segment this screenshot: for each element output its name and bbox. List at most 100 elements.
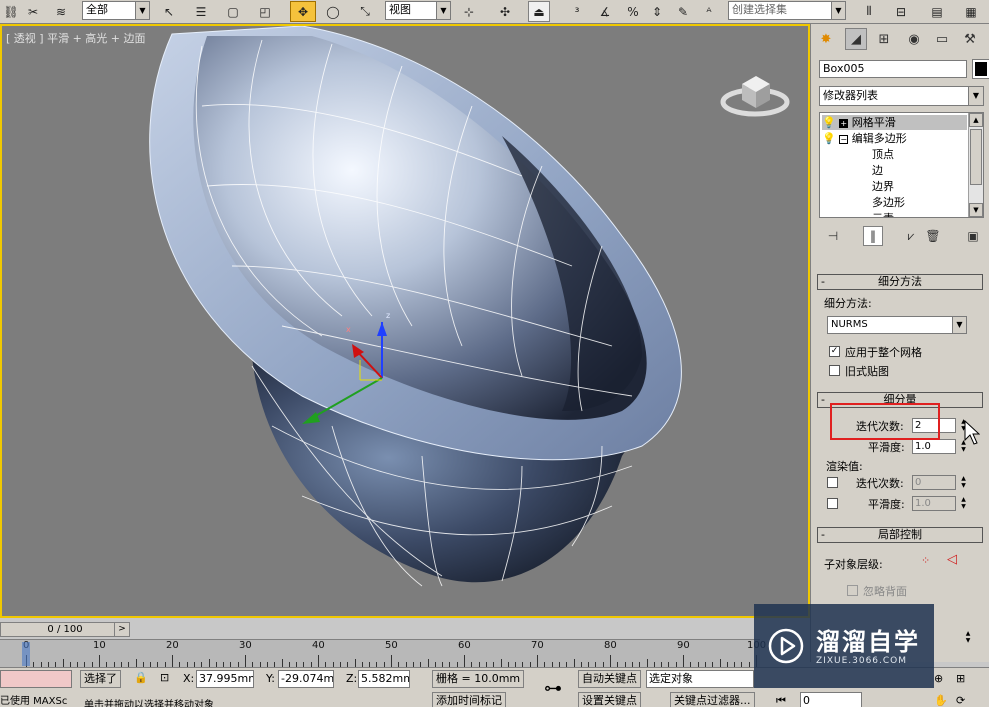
time-slider-thumb[interactable]: 0 / 100 — [0, 622, 130, 637]
stack-item-edit-poly[interactable]: 💡 − 编辑多边形 — [822, 131, 907, 146]
select-by-name-icon[interactable]: ☰ — [190, 1, 212, 22]
object-color-swatch[interactable] — [972, 59, 989, 79]
absolute-mode-icon[interactable]: ⊡ — [160, 671, 169, 684]
add-time-tag-button[interactable]: 添加时间标记 — [432, 692, 506, 707]
align-icon[interactable]: ⊟ — [890, 1, 912, 22]
select-scale-icon[interactable]: ⤡ — [354, 1, 376, 22]
watermark-title: 溜溜自学 — [816, 628, 920, 656]
vertex-level-icon[interactable]: ⁘ — [921, 554, 930, 567]
apply-whole-mesh-checkbox[interactable]: ✓ — [829, 346, 840, 357]
edge-level-icon[interactable]: ◁ — [947, 552, 957, 567]
track-bar[interactable]: 0102030405060708090100 — [0, 639, 766, 667]
mirror-icon[interactable]: ⫴ — [858, 1, 880, 22]
hierarchy-tab-icon[interactable]: ⊞ — [873, 28, 895, 50]
render-iterations-checkbox[interactable] — [827, 477, 838, 488]
percent-snap-icon[interactable]: % — [622, 1, 644, 22]
stack-item-element[interactable]: 元素 — [872, 211, 894, 217]
goto-start-icon[interactable]: ⏮ — [776, 694, 786, 707]
lightbulb-icon[interactable]: 💡 — [822, 132, 836, 145]
zoom-icon[interactable]: ⊕ — [934, 672, 943, 685]
scroll-thumb[interactable] — [970, 129, 982, 185]
modifier-list-dropdown[interactable]: 修改器列表 ▼ — [819, 86, 984, 106]
create-tab-icon[interactable]: ✸ — [815, 28, 837, 50]
viewcube-icon[interactable] — [720, 62, 790, 118]
rect-selection-icon[interactable]: ▢ — [222, 1, 244, 22]
orbit-icon[interactable]: ⟳ — [956, 694, 965, 707]
zoom-extents-icon[interactable]: ⊞ — [956, 672, 965, 685]
current-frame-field[interactable]: 0 — [800, 692, 862, 707]
reference-coordinate-dropdown[interactable]: 视图 ▼ — [385, 1, 451, 20]
time-slider[interactable]: 0 / 100 > — [0, 620, 810, 639]
smoothness-spinner[interactable]: 1.0 — [912, 439, 956, 454]
stack-item-edge[interactable]: 边 — [872, 163, 883, 178]
gizmo-x-label: x — [346, 325, 351, 334]
set-key-button[interactable]: 设置关键点 — [578, 692, 641, 707]
snap-toggle-icon[interactable]: ³ — [566, 1, 588, 22]
modify-tab-icon[interactable]: ◢ — [845, 28, 867, 50]
selection-filter-dropdown[interactable]: 全部 ▼ — [82, 1, 150, 20]
make-unique-icon[interactable]: ⩗ — [901, 226, 921, 246]
subdivision-method-dropdown[interactable]: NURMS ▼ — [827, 316, 967, 334]
lightbulb-icon[interactable]: 💡 — [822, 116, 836, 129]
stack-item-meshsmooth[interactable]: 💡 + 网格平滑 — [822, 115, 967, 130]
select-rotate-icon[interactable]: ◯ — [322, 1, 344, 22]
expand-icon[interactable]: + — [839, 119, 849, 128]
modifier-stack[interactable]: 💡 + 网格平滑 💡 − 编辑多边形 顶点 边 边界 多边形 元素 ▲ ▼ — [819, 112, 984, 218]
remove-modifier-icon[interactable]: 🗑 — [923, 226, 943, 246]
select-object-icon[interactable]: ↖ — [158, 1, 180, 22]
spinner-snap-icon[interactable]: ⇕ — [646, 1, 668, 22]
graph-editor-icon[interactable]: ▦ — [960, 1, 982, 22]
subdivision-method-rollout[interactable]: - 细分方法 — [817, 274, 983, 290]
old-style-mapping-checkbox[interactable] — [829, 365, 840, 376]
key-icon[interactable]: ⊶ — [544, 678, 562, 699]
show-end-result-icon[interactable]: ‖ — [863, 226, 883, 246]
render-iterations-spinner-arrows[interactable]: ▲ ▼ — [959, 475, 968, 490]
collapse-icon[interactable]: − — [839, 135, 849, 144]
maxscript-listener[interactable] — [0, 670, 72, 688]
keyboard-shortcut-icon[interactable]: ⏏ — [528, 1, 550, 22]
utilities-tab-icon[interactable]: ⚒ — [959, 28, 981, 50]
select-and-move-button[interactable]: ✥ — [290, 1, 316, 22]
x-coordinate-field[interactable]: 37.995mm — [196, 670, 254, 688]
bind-space-warp-icon[interactable]: ≋ — [50, 1, 72, 22]
pan-icon[interactable]: ✋ — [934, 694, 948, 707]
key-filters-button[interactable]: 关键点过滤器... — [670, 692, 755, 707]
configure-sets-icon[interactable]: ▣ — [963, 226, 983, 246]
next-frame-icon[interactable]: > — [114, 622, 130, 637]
stack-item-border[interactable]: 边界 — [872, 179, 894, 194]
edit-named-selection-icon[interactable]: ✎ — [672, 1, 694, 22]
render-smoothness-checkbox[interactable] — [827, 498, 838, 509]
named-selection-dropdown[interactable]: 创建选择集 ▼ — [728, 1, 846, 20]
window-crossing-icon[interactable]: ◰ — [254, 1, 276, 22]
track-tick-label: 30 — [239, 640, 252, 651]
render-smoothness-spinner[interactable]: 1.0 — [912, 496, 956, 511]
stack-item-polygon[interactable]: 多边形 — [872, 195, 905, 210]
spinner-arrows[interactable]: ▲ ▼ — [963, 630, 973, 644]
manipulate-icon[interactable]: ✣ — [494, 1, 516, 22]
lock-icon[interactable]: 🔒 — [134, 671, 148, 684]
render-iterations-spinner[interactable]: 0 — [912, 475, 956, 490]
y-coordinate-field[interactable]: -29.074mm — [278, 670, 334, 688]
perspective-viewport[interactable]: [ 透视 ] 平滑 + 高光 + 边面 z x — [0, 24, 810, 618]
pin-stack-icon[interactable]: ⊣ — [823, 226, 843, 246]
layer-manager-icon[interactable]: ▤ — [926, 1, 948, 22]
pivot-center-icon[interactable]: ⊹ — [458, 1, 480, 22]
select-link-icon[interactable]: ⛓ — [0, 1, 22, 22]
auto-key-button[interactable]: 自动关键点 — [578, 670, 641, 688]
abc-icon[interactable]: ᴬ — [698, 1, 720, 22]
object-name-field[interactable]: Box005 — [819, 60, 967, 78]
track-tick — [500, 659, 502, 667]
display-tab-icon[interactable]: ▭ — [931, 28, 953, 50]
key-mode-dropdown[interactable]: 选定对象 — [646, 670, 754, 688]
stack-item-vertex[interactable]: 顶点 — [872, 147, 894, 162]
scroll-down-icon[interactable]: ▼ — [969, 203, 983, 217]
unlink-icon[interactable]: ✂ — [22, 1, 44, 22]
z-coordinate-field[interactable]: 5.582mm — [358, 670, 410, 688]
scroll-up-icon[interactable]: ▲ — [969, 113, 983, 127]
motion-tab-icon[interactable]: ◉ — [903, 28, 925, 50]
ignore-backfacing-checkbox[interactable] — [847, 585, 858, 596]
render-smoothness-spinner-arrows[interactable]: ▲ ▼ — [959, 496, 968, 511]
angle-snap-icon[interactable]: ∡ — [594, 1, 616, 22]
stack-scrollbar[interactable]: ▲ ▼ — [968, 113, 983, 217]
local-control-rollout[interactable]: - 局部控制 — [817, 527, 983, 543]
